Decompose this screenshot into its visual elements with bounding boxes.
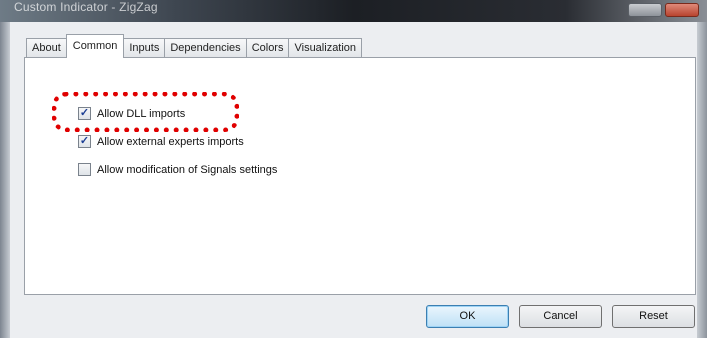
checkmark-icon: ✓ [79,107,90,119]
checkmark-icon: ✓ [79,135,90,147]
tab-common[interactable]: Common [65,34,125,58]
tab-dependencies[interactable]: Dependencies [164,38,247,58]
allow-dll-imports-checkbox[interactable]: ✓ [78,107,91,120]
ok-button[interactable]: OK [426,305,509,328]
tab-strip: About Common Inputs Dependencies Colors … [26,34,363,58]
tab-about[interactable]: About [26,38,67,58]
tab-inputs[interactable]: Inputs [123,38,166,58]
allow-external-experts-label: Allow external experts imports [97,135,244,148]
allow-signals-modification-label: Allow modification of Signals settings [97,163,278,176]
window-border-right [697,22,707,338]
allow-signals-modification-option[interactable]: ✓ Allow modification of Signals settings [78,163,277,176]
tab-panel-common [24,57,696,295]
window-border-left [0,22,10,338]
allow-dll-imports-label: Allow DLL imports [97,107,186,120]
tab-colors[interactable]: Colors [245,38,290,58]
minimize-button[interactable] [628,3,662,17]
tab-visualization[interactable]: Visualization [288,38,363,58]
allow-external-experts-checkbox[interactable]: ✓ [78,135,91,148]
allow-external-experts-option[interactable]: ✓ Allow external experts imports [78,135,244,148]
cancel-button[interactable]: Cancel [519,305,602,328]
window-title: Custom Indicator - ZigZag [14,0,158,14]
allow-signals-modification-checkbox[interactable]: ✓ [78,163,91,176]
reset-button[interactable]: Reset [612,305,695,328]
window-titlebar: Custom Indicator - ZigZag [0,0,707,22]
allow-dll-imports-option[interactable]: ✓ Allow DLL imports [78,107,185,120]
close-button[interactable] [665,3,699,17]
